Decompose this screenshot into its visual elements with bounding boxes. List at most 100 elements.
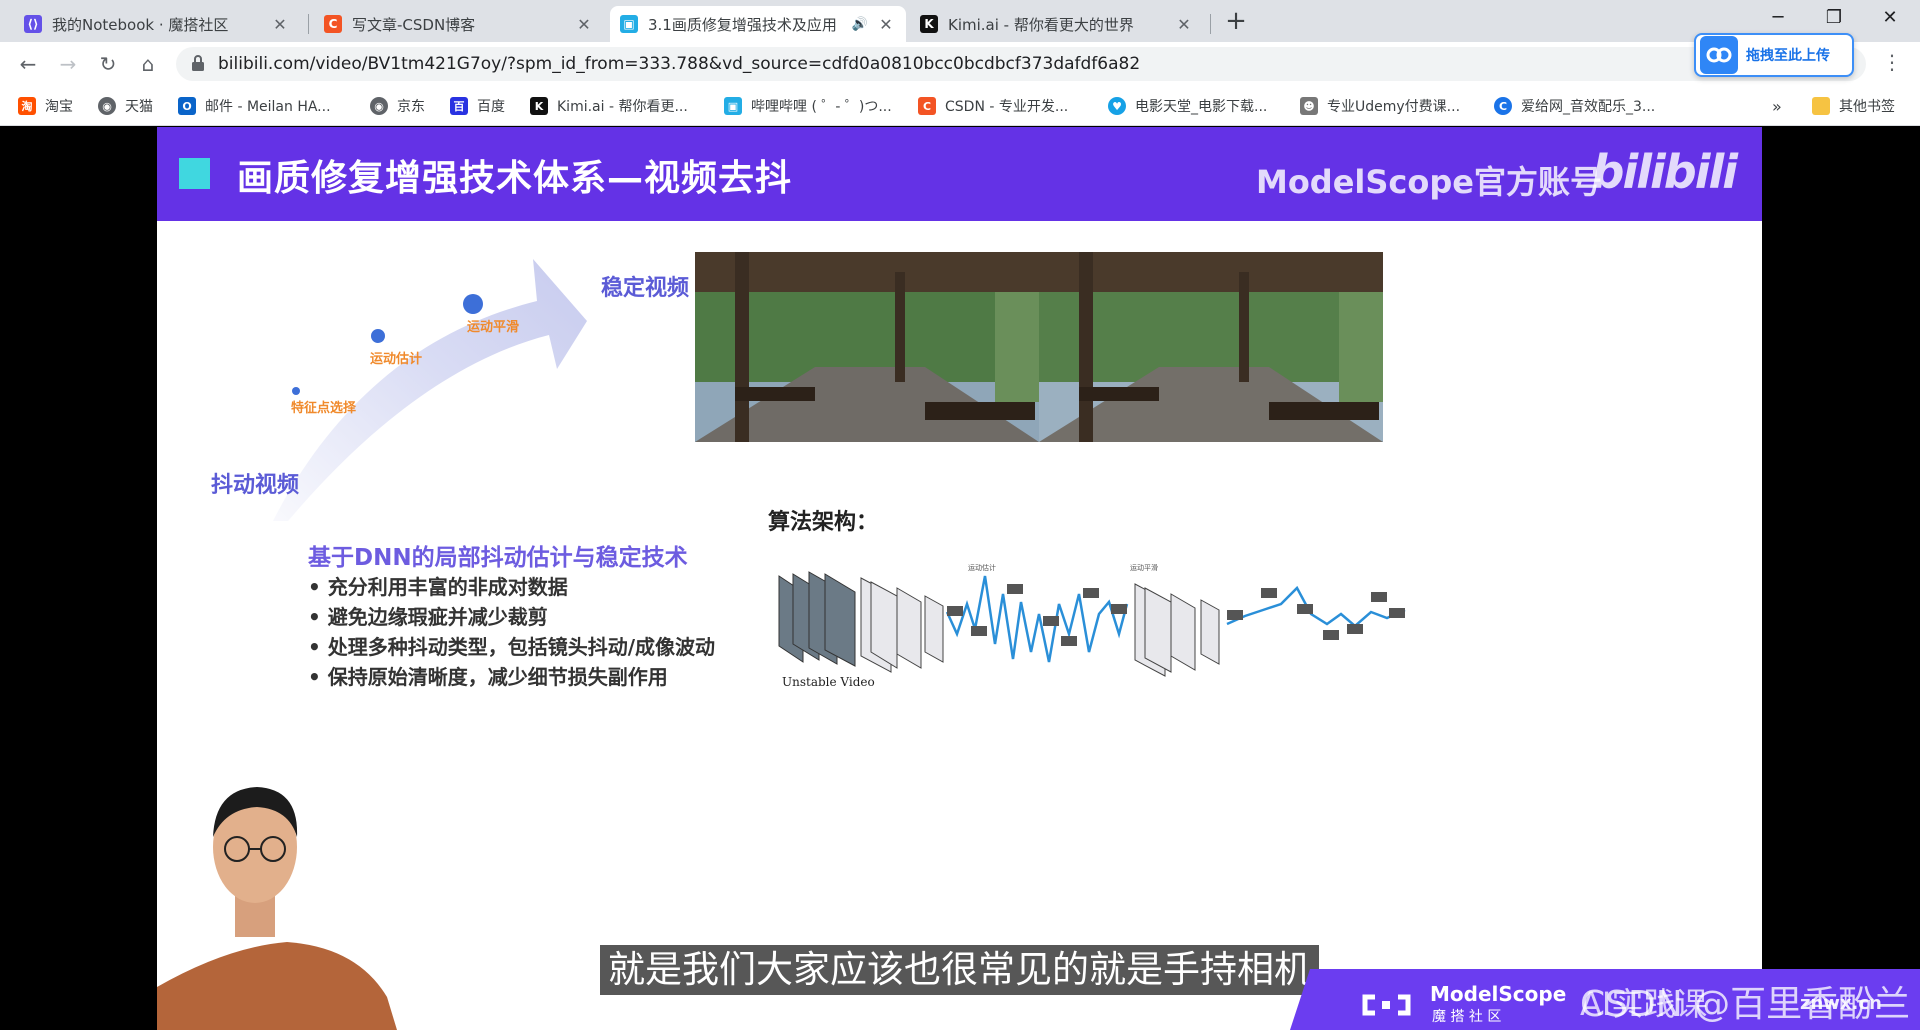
forward-arrow-icon[interactable]: → — [54, 50, 82, 78]
architecture-diagram: 运动估计 运动平滑 — [778, 564, 1406, 677]
bilibili-logo: bilibili — [1591, 145, 1738, 199]
motion-smoothing-dot — [463, 294, 483, 314]
tab-title: 3.1画质修复增强技术及应用 — [648, 15, 837, 34]
baidu-icon: 百 — [450, 97, 468, 115]
people-icon: ☻ — [1300, 97, 1318, 115]
csdn-icon: C — [918, 97, 936, 115]
bookmark-label: 淘宝 — [45, 99, 73, 115]
reload-icon[interactable]: ↻ — [94, 50, 122, 78]
restore-button[interactable]: ❐ — [1806, 0, 1862, 36]
csdn-icon: C — [324, 15, 342, 33]
stage-label: 运动平滑 — [467, 320, 520, 335]
upload-drop-button[interactable]: 拖拽至此上传 — [1694, 33, 1854, 77]
banner-brand-sub: 魔 搭 社 区 — [1432, 1009, 1501, 1025]
arch-label: 运动平滑 — [1130, 564, 1158, 572]
outlook-icon: O — [178, 97, 196, 115]
speaker-icon[interactable]: 🔊 — [852, 17, 868, 32]
home-icon[interactable]: ⌂ — [134, 50, 162, 78]
bookmark-csdn[interactable]: C CSDN - 专业开发... — [918, 94, 1068, 118]
kimi-icon: K — [920, 15, 938, 33]
new-tab-button[interactable]: + — [1222, 8, 1250, 36]
tab-csdn[interactable]: C 写文章-CSDN博客 ✕ — [314, 6, 604, 42]
technique-subtitle: 基于DNN的局部抖动估计与稳定技术 — [308, 545, 688, 571]
bookmark-label: 电影天堂_电影下载... — [1135, 99, 1268, 115]
bookmark-jd[interactable]: ◉ 京东 — [370, 94, 425, 118]
shaky-video-label: 抖动视频 — [211, 473, 300, 498]
slide: 画质修复增强技术体系—视频去抖 ModelScope官方账号 bilibili … — [157, 127, 1762, 1030]
site-watermark: znwx.cn — [1800, 993, 1882, 1014]
account-label: ModelScope官方账号 — [1255, 163, 1602, 201]
bookmarks-overflow-button[interactable]: » — [1772, 94, 1782, 118]
banner-brand: ModelScope — [1430, 982, 1566, 1006]
stage-label: 运动估计 — [370, 352, 423, 367]
heart-icon: ♥ — [1108, 97, 1126, 115]
bookmark-label: 京东 — [397, 99, 425, 115]
bookmark-other-folder[interactable]: 其他书签 — [1812, 94, 1895, 118]
bookmark-tmall[interactable]: ◉ 天猫 — [98, 94, 153, 118]
bookmark-label: CSDN - 专业开发... — [945, 99, 1069, 115]
comparison-photos — [695, 252, 1383, 442]
tab-bar: ⟨⟩ 我的Notebook · 魔搭社区 ✕ C 写文章-CSDN博客 ✕ ▣ … — [0, 0, 1920, 42]
taobao-icon: 淘 — [18, 97, 36, 115]
bookmark-bilibili[interactable]: ▣ 哔哩哔哩 ( ゜- ゜)つ... — [724, 94, 892, 118]
browser-toolbar: ← → ↻ ⌂ bilibili.com/video/BV1tm421G7oy/… — [0, 42, 1920, 86]
header-square-icon — [179, 158, 210, 189]
more-menu-icon[interactable]: ⋮ — [1882, 50, 1902, 74]
aigei-icon: C — [1494, 97, 1512, 115]
bookmark-aigei[interactable]: C 爱给网_音效配乐_3... — [1494, 94, 1655, 118]
bookmarks-bar: 淘 淘宝 ◉ 天猫 O 邮件 - Meilan HA... ◉ 京东 百 百度 … — [0, 86, 1920, 126]
bookmark-label: 邮件 - Meilan HA... — [205, 99, 331, 115]
bookmark-label: 专业Udemy付费课... — [1327, 99, 1461, 115]
bookmark-label: 天猫 — [125, 99, 153, 115]
folder-icon — [1812, 97, 1830, 115]
video-player[interactable]: 画质修复增强技术体系—视频去抖 ModelScope官方账号 bilibili … — [0, 127, 1920, 1030]
motion-estimation-dot — [371, 329, 385, 343]
url-text: bilibili.com/video/BV1tm421G7oy/?spm_id_… — [218, 54, 1141, 74]
globe-icon: ◉ — [98, 97, 116, 115]
tab-separator — [1210, 14, 1211, 34]
lock-icon[interactable] — [190, 54, 206, 72]
tab-bilibili[interactable]: ▣ 3.1画质修复增强技术及应用 🔊 ✕ — [610, 6, 906, 42]
bookmark-mail[interactable]: O 邮件 - Meilan HA... — [178, 94, 331, 118]
close-window-button[interactable]: ✕ — [1862, 0, 1918, 36]
close-icon[interactable]: ✕ — [1174, 15, 1194, 34]
slide-title: 画质修复增强技术体系—视频去抖 — [237, 158, 793, 199]
close-icon[interactable]: ✕ — [574, 15, 594, 34]
bullet-item: • 避免边缘瑕疵并减少裁剪 — [308, 605, 548, 629]
upload-label: 拖拽至此上传 — [1746, 48, 1830, 64]
globe-icon: ◉ — [370, 97, 388, 115]
stage-label: 特征点选择 — [291, 401, 357, 416]
close-icon[interactable]: ✕ — [270, 15, 290, 34]
bullet-item: • 处理多种抖动类型，包括镜头抖动/成像波动 — [308, 635, 716, 659]
tab-title: Kimi.ai - 帮你看更大的世界 — [948, 15, 1134, 34]
tab-title: 我的Notebook · 魔搭社区 — [52, 15, 229, 34]
tab-modelscope[interactable]: ⟨⟩ 我的Notebook · 魔搭社区 ✕ — [14, 6, 300, 42]
unstable-video-label: Unstable Video — [782, 675, 875, 689]
bookmark-label: 其他书签 — [1839, 99, 1895, 115]
bilibili-icon: ▣ — [620, 15, 638, 33]
arch-label: 运动估计 — [968, 564, 996, 572]
bullet-item: • 保持原始清晰度，减少细节损失副作用 — [308, 665, 668, 689]
bookmark-dytt[interactable]: ♥ 电影天堂_电影下载... — [1108, 94, 1267, 118]
presenter-webcam — [157, 787, 397, 1030]
bookmark-label: 哔哩哔哩 ( ゜- ゜)つ... — [751, 99, 892, 115]
address-bar[interactable]: bilibili.com/video/BV1tm421G7oy/?spm_id_… — [176, 47, 1866, 81]
bookmark-taobao[interactable]: 淘 淘宝 — [18, 94, 73, 118]
modelscope-icon: ⟨⟩ — [24, 15, 42, 33]
cloud-icon — [1700, 36, 1738, 74]
bilibili-icon: ▣ — [724, 97, 742, 115]
back-arrow-icon[interactable]: ← — [14, 50, 42, 78]
tab-title: 写文章-CSDN博客 — [352, 15, 476, 34]
feature-point-dot — [292, 387, 300, 395]
tab-kimi[interactable]: K Kimi.ai - 帮你看更大的世界 ✕ — [910, 6, 1204, 42]
stable-video-label: 稳定视频 — [601, 276, 690, 301]
video-subtitle: 就是我们大家应该也很常见的就是手持相机 — [600, 945, 1319, 995]
minimize-button[interactable]: ─ — [1750, 0, 1806, 36]
close-icon[interactable]: ✕ — [876, 15, 896, 34]
bookmark-kimi[interactable]: K Kimi.ai - 帮你看更... — [530, 94, 688, 118]
bookmark-udemy[interactable]: ☻ 专业Udemy付费课... — [1300, 94, 1460, 118]
algorithm-label: 算法架构： — [768, 510, 879, 535]
tab-separator — [308, 14, 309, 34]
slide-header: 画质修复增强技术体系—视频去抖 ModelScope官方账号 bilibili — [157, 127, 1762, 221]
bookmark-baidu[interactable]: 百 百度 — [450, 94, 505, 118]
